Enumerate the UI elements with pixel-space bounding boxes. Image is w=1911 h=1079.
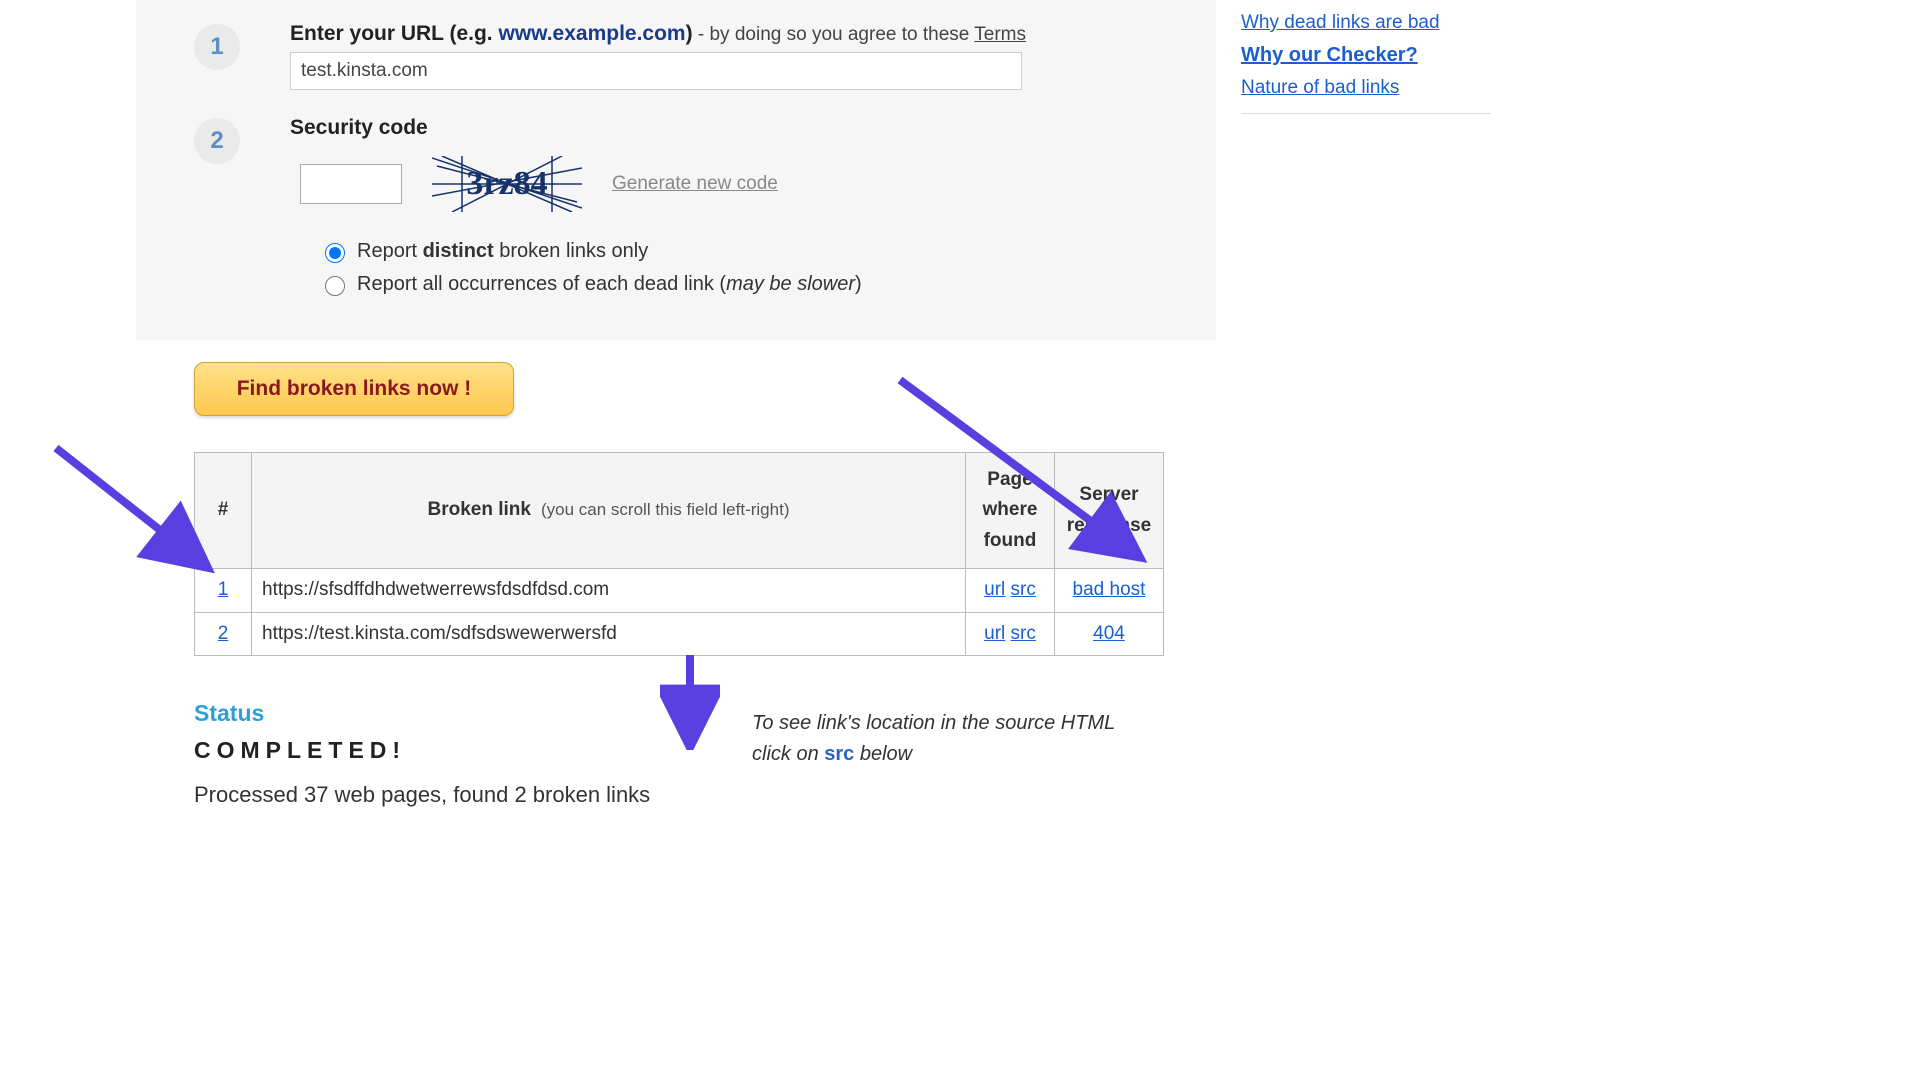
- step-1-after-dash: - by doing so you agree to these: [693, 24, 975, 45]
- security-code-row: 3rz84 Generate new code: [300, 156, 1158, 212]
- row-url-link[interactable]: url: [984, 623, 1005, 644]
- radio-distinct-prefix: Report: [357, 240, 423, 262]
- th-server-response: Server response: [1055, 453, 1164, 569]
- url-input[interactable]: [290, 52, 1022, 90]
- radio-distinct-suffix: broken links only: [494, 240, 649, 262]
- sidebar-link-why-checker[interactable]: Why our Checker?: [1241, 44, 1491, 67]
- broken-links-table: # Broken link (you can scroll this field…: [194, 452, 1164, 656]
- step-1-badge: 1: [194, 24, 240, 70]
- step-2-row: 2 Security code: [194, 116, 1158, 306]
- radio-all-suffix: ): [855, 273, 862, 295]
- find-broken-links-button[interactable]: Find broken links now !: [194, 362, 514, 416]
- th-hash: #: [195, 453, 252, 569]
- table-row: 2 https://test.kinsta.com/sdfsdswewerwer…: [195, 612, 1164, 655]
- radio-all-prefix: Report all occurrences of each dead link…: [357, 273, 726, 295]
- sidebar: Why dead links are bad Why our Checker? …: [1241, 0, 1491, 114]
- hint-line-2-prefix: click on: [752, 743, 824, 765]
- step-1-label-paren: ): [686, 22, 693, 45]
- step-1-label-prefix: Enter your URL (e.g.: [290, 22, 498, 45]
- sidebar-link-nature-bad-links[interactable]: Nature of bad links: [1241, 77, 1491, 99]
- th-broken-link-sub: (you can scroll this field left-right): [541, 500, 789, 519]
- terms-link[interactable]: Terms: [974, 24, 1026, 45]
- captcha-text: 3rz84: [466, 165, 547, 203]
- step-2-badge: 2: [194, 118, 240, 164]
- th-broken-link-main: Broken link: [428, 499, 531, 520]
- row-url-link[interactable]: url: [984, 579, 1005, 600]
- row-num-link[interactable]: 1: [218, 579, 229, 600]
- hint-src-word: src: [824, 743, 854, 765]
- row-num-link[interactable]: 2: [218, 623, 229, 644]
- status-processed: Processed 37 web pages, found 2 broken l…: [194, 782, 1158, 808]
- captcha-image: 3rz84: [432, 156, 582, 212]
- radio-all-input[interactable]: [325, 276, 345, 296]
- results-section: Find broken links now ! To see link's lo…: [136, 340, 1216, 878]
- step-1-row: 1 Enter your URL (e.g. www.example.com) …: [194, 22, 1158, 90]
- th-page-where-found: Page where found: [966, 453, 1055, 569]
- hint-line-1: To see link's location in the source HTM…: [752, 712, 1132, 735]
- step-1-content: Enter your URL (e.g. www.example.com) - …: [290, 22, 1158, 90]
- row-src-link[interactable]: src: [1011, 579, 1036, 600]
- hint-line-2-suffix: below: [854, 743, 912, 765]
- url-example: www.example.com: [498, 22, 685, 45]
- step-1-label: Enter your URL (e.g. www.example.com) - …: [290, 22, 1158, 46]
- security-code-label: Security code: [290, 116, 1158, 140]
- sidebar-divider: [1241, 113, 1491, 114]
- row-broken-link: https://test.kinsta.com/sdfsdswewerwersf…: [252, 612, 966, 655]
- sidebar-link-dead-links-bad[interactable]: Why dead links are bad: [1241, 12, 1491, 34]
- row-src-link[interactable]: src: [1011, 623, 1036, 644]
- row-response-link[interactable]: 404: [1093, 623, 1125, 644]
- radio-distinct-input[interactable]: [325, 243, 345, 263]
- step-2-content: Security code: [290, 116, 1158, 306]
- generate-new-code-link[interactable]: Generate new code: [612, 173, 778, 195]
- hint-text: To see link's location in the source HTM…: [752, 712, 1132, 766]
- radio-all[interactable]: Report all occurrences of each dead link…: [320, 273, 1158, 296]
- th-broken-link: Broken link (you can scroll this field l…: [252, 453, 966, 569]
- radio-distinct[interactable]: Report distinct broken links only: [320, 240, 1158, 263]
- table-row: 1 https://sfsdffdhdwetwerrewsfdsdfdsd.co…: [195, 569, 1164, 612]
- main-panel: 1 Enter your URL (e.g. www.example.com) …: [136, 0, 1216, 878]
- radio-all-italic: may be slower: [726, 273, 855, 295]
- form-section: 1 Enter your URL (e.g. www.example.com) …: [136, 0, 1216, 340]
- report-mode-group: Report distinct broken links only Report…: [320, 240, 1158, 296]
- row-response-link[interactable]: bad host: [1073, 579, 1146, 600]
- table-header-row: # Broken link (you can scroll this field…: [195, 453, 1164, 569]
- security-code-input[interactable]: [300, 164, 402, 204]
- radio-distinct-bold: distinct: [423, 240, 494, 262]
- row-broken-link: https://sfsdffdhdwetwerrewsfdsdfdsd.com: [252, 569, 966, 612]
